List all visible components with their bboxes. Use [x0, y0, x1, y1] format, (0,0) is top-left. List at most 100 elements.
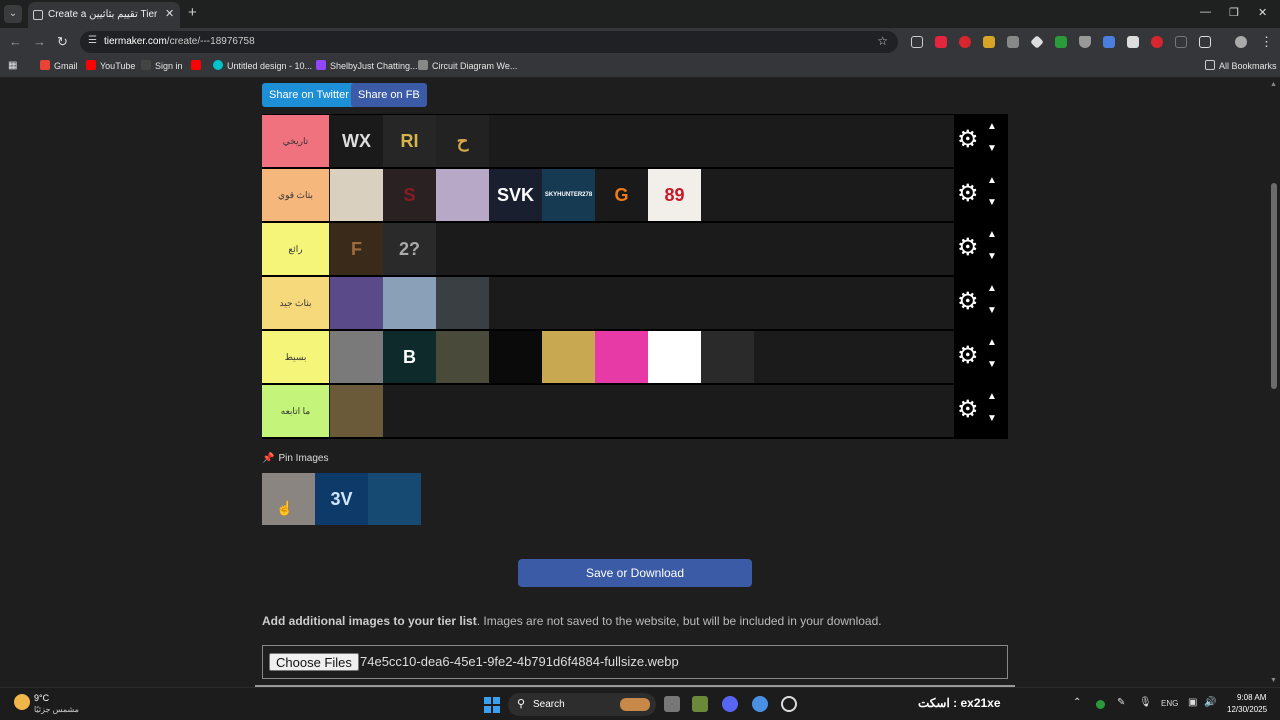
browser-menu-icon[interactable]: ⋮: [1260, 34, 1273, 50]
bookmark-canva[interactable]: Untitled design - 10...: [213, 60, 312, 71]
pin-images-toggle[interactable]: 📌 Pin Images: [262, 453, 328, 464]
tier-item-image[interactable]: [701, 331, 754, 383]
share-fb-button[interactable]: Share on FB: [351, 83, 427, 107]
extension-download-icon[interactable]: [1007, 36, 1019, 48]
extension-shield-icon[interactable]: [1079, 36, 1091, 48]
extension-record-icon[interactable]: [959, 36, 971, 48]
weather-temp[interactable]: 9°C: [34, 693, 49, 703]
clock-time[interactable]: 9:08 AM: [1237, 693, 1266, 702]
chevron-up-icon[interactable]: ▲: [987, 175, 997, 186]
site-info-icon[interactable]: ☰: [88, 35, 97, 46]
chrome-icon[interactable]: [752, 696, 768, 712]
windows-start-icon[interactable]: [484, 697, 500, 713]
tier-label[interactable]: بثاث جيد: [262, 277, 329, 329]
tier-item-image[interactable]: G: [595, 169, 648, 221]
chevron-down-icon[interactable]: ▼: [987, 197, 997, 208]
weather-desc[interactable]: مشمس جزئيًا: [34, 705, 79, 714]
close-window-icon[interactable]: ✕: [1258, 6, 1267, 19]
bookmark-youtube[interactable]: YouTube: [86, 60, 135, 71]
pin-item-image[interactable]: [262, 473, 315, 525]
bookmark-sign-in[interactable]: Sign in: [141, 60, 183, 71]
address-bar[interactable]: ☰ tiermaker.com/create/---18976758 ☆: [80, 31, 898, 53]
tier-item-image[interactable]: [383, 277, 436, 329]
minimize-icon[interactable]: —: [1200, 6, 1211, 18]
chevron-up-icon[interactable]: ▲: [987, 391, 997, 402]
taskbar-search[interactable]: ⚲ Search: [508, 693, 656, 716]
scroll-up-icon[interactable]: ▲: [1270, 81, 1277, 88]
tier-item-image[interactable]: [330, 277, 383, 329]
scroll-thumb[interactable]: [1271, 183, 1277, 389]
gear-icon[interactable]: ⚙: [957, 289, 979, 315]
chevron-down-icon[interactable]: ▼: [987, 413, 997, 424]
profile-avatar[interactable]: [1235, 36, 1247, 48]
extension-green-icon[interactable]: [1055, 36, 1067, 48]
bookmark-circuit[interactable]: Circuit Diagram We...: [418, 60, 517, 71]
bookmark-star-icon[interactable]: ☆: [877, 34, 888, 48]
chevron-down-icon[interactable]: ▼: [987, 251, 997, 262]
app-map-icon[interactable]: [692, 696, 708, 712]
tray-pen-icon[interactable]: ✎: [1117, 697, 1125, 708]
tab-close-icon[interactable]: ✕: [165, 7, 174, 20]
extension-yellow-icon[interactable]: [983, 36, 995, 48]
tier-item-image[interactable]: RI: [383, 115, 436, 167]
tray-green-icon[interactable]: [1096, 700, 1105, 709]
gear-icon[interactable]: ⚙: [957, 181, 979, 207]
clock-date[interactable]: 12/30/2025: [1227, 705, 1267, 714]
discord-icon[interactable]: [722, 696, 738, 712]
all-bookmarks[interactable]: All Bookmarks: [1205, 60, 1277, 71]
tier-item-image[interactable]: F: [330, 223, 383, 275]
extension-qr-icon[interactable]: [911, 36, 923, 48]
volume-icon[interactable]: 🔊: [1204, 697, 1216, 708]
tier-item-image[interactable]: [595, 331, 648, 383]
bookmark-youtube-2[interactable]: [191, 60, 205, 71]
gear-icon[interactable]: ⚙: [957, 127, 979, 153]
tier-item-image[interactable]: [436, 277, 489, 329]
tier-item-image[interactable]: [436, 331, 489, 383]
chevron-up-icon[interactable]: ▲: [987, 337, 997, 348]
tab-search-button[interactable]: ⌄: [4, 5, 22, 23]
chevron-up-icon[interactable]: ▲: [987, 121, 997, 132]
taskview-icon[interactable]: [664, 696, 680, 712]
chevron-up-icon[interactable]: ▲: [987, 229, 997, 240]
gear-icon[interactable]: ⚙: [957, 235, 979, 261]
weather-icon[interactable]: [14, 694, 30, 710]
forward-icon[interactable]: →: [33, 34, 46, 49]
tray-expand-icon[interactable]: ⌃: [1073, 697, 1081, 708]
tier-label[interactable]: بسيط: [262, 331, 329, 383]
page-scrollbar[interactable]: ▲ ▼: [1268, 79, 1280, 687]
pin-item-image[interactable]: [368, 473, 421, 525]
extension-grey-icon[interactable]: [1175, 36, 1187, 48]
chevron-down-icon[interactable]: ▼: [987, 143, 997, 154]
extension-dark-icon[interactable]: [1127, 36, 1139, 48]
pin-item-image[interactable]: 3V: [315, 473, 368, 525]
gear-icon[interactable]: ⚙: [957, 343, 979, 369]
tier-label[interactable]: بثاث قوي: [262, 169, 329, 221]
tier-item-image[interactable]: B: [383, 331, 436, 383]
tier-item-image[interactable]: [648, 331, 701, 383]
restore-icon[interactable]: ❐: [1229, 6, 1239, 19]
reload-icon[interactable]: ↻: [57, 34, 68, 50]
extension-adblock-icon[interactable]: [1151, 36, 1163, 48]
tier-item-image[interactable]: [330, 169, 383, 221]
bookmark-gmail[interactable]: Gmail: [40, 60, 78, 71]
tier-label[interactable]: تاريخي: [262, 115, 329, 167]
tier-label[interactable]: ما اتابعه: [262, 385, 329, 437]
chevron-down-icon[interactable]: ▼: [987, 359, 997, 370]
tier-item-image[interactable]: 89: [648, 169, 701, 221]
tier-item-image[interactable]: [542, 331, 595, 383]
app-spinner-icon[interactable]: [781, 696, 797, 712]
bookmark-twitch[interactable]: ShelbyJust Chatting...: [316, 60, 418, 71]
tier-item-image[interactable]: [330, 331, 383, 383]
language-indicator[interactable]: ENG: [1161, 699, 1178, 708]
gear-icon[interactable]: ⚙: [957, 397, 979, 423]
url-text[interactable]: tiermaker.com/create/---18976758: [104, 36, 255, 47]
chevron-up-icon[interactable]: ▲: [987, 283, 997, 294]
save-download-button[interactable]: Save or Download: [518, 559, 752, 587]
apps-grid-icon[interactable]: ▦: [8, 60, 17, 71]
tier-item-image[interactable]: SVK: [489, 169, 542, 221]
extension-translate-icon[interactable]: [1103, 36, 1115, 48]
choose-files-button[interactable]: Choose Files: [269, 653, 359, 671]
tier-item-image[interactable]: WX: [330, 115, 383, 167]
new-tab-button[interactable]: +: [188, 4, 197, 21]
chevron-down-icon[interactable]: ▼: [987, 305, 997, 316]
